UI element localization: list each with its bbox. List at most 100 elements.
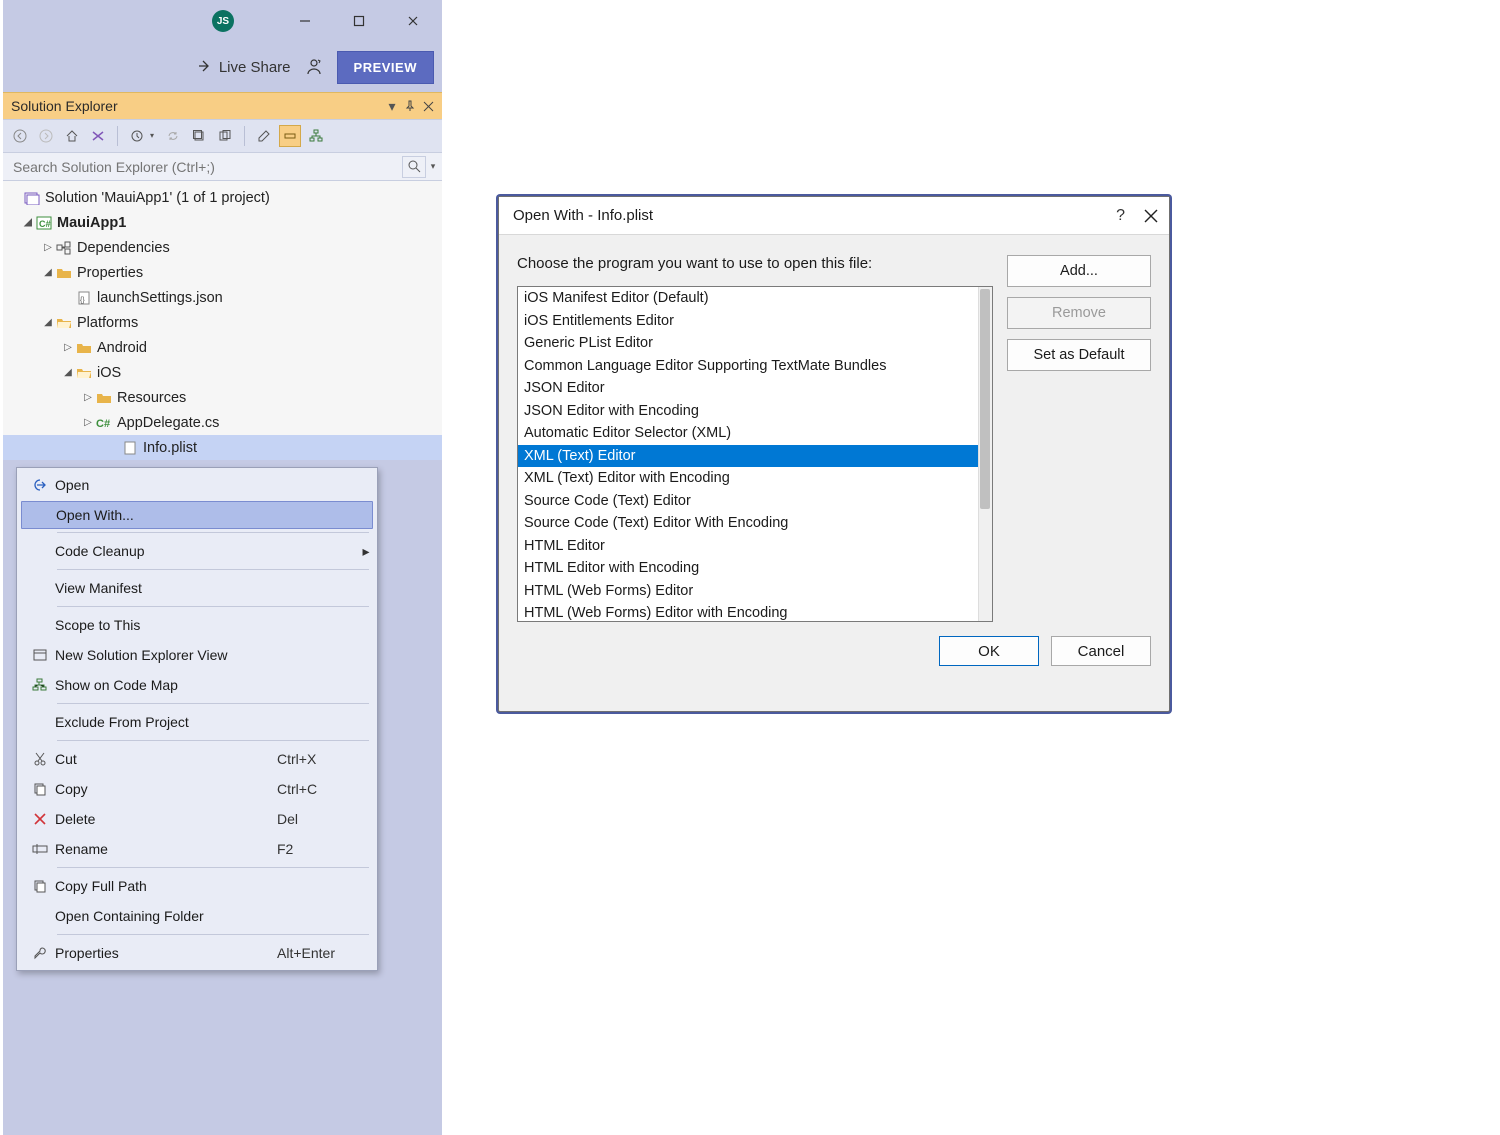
editor-list-item[interactable]: HTML (Web Forms) Editor with Encoding <box>518 602 978 621</box>
open-icon <box>25 478 55 492</box>
editor-list-item[interactable]: HTML Editor <box>518 535 978 558</box>
editor-list-item[interactable]: Common Language Editor Supporting TextMa… <box>518 355 978 378</box>
show-all-files-button[interactable] <box>214 125 236 147</box>
menu-copy-path[interactable]: Copy Full Path <box>19 871 375 901</box>
menu-separator <box>57 569 369 570</box>
tree-platforms-label: Platforms <box>77 315 138 331</box>
tree-ios-label: iOS <box>97 365 121 381</box>
pin-icon[interactable] <box>402 98 418 114</box>
close-panel-icon[interactable] <box>420 98 436 114</box>
tree-infoplist[interactable]: Info.plist <box>3 435 442 460</box>
pending-changes-filter-button[interactable] <box>126 125 148 147</box>
folder-icon <box>55 265 73 281</box>
properties-button[interactable] <box>253 125 275 147</box>
home-button[interactable] <box>61 125 83 147</box>
menu-open[interactable]: Open <box>19 470 375 500</box>
vs-window: JS Live Share PREVIEW Solution Explorer … <box>3 0 442 1135</box>
editor-list-item[interactable]: Automatic Editor Selector (XML) <box>518 422 978 445</box>
forward-button[interactable] <box>35 125 57 147</box>
tree-properties[interactable]: ◢ Properties <box>3 260 442 285</box>
file-icon <box>121 440 139 456</box>
preview-selected-button[interactable] <box>279 125 301 147</box>
sync-button[interactable] <box>162 125 184 147</box>
scrollbar[interactable] <box>978 287 992 621</box>
menu-separator <box>57 740 369 741</box>
tree-resources-label: Resources <box>117 390 186 406</box>
menu-rename[interactable]: Rename F2 <box>19 834 375 864</box>
tree-launchsettings-label: launchSettings.json <box>97 290 223 306</box>
menu-separator <box>57 934 369 935</box>
scrollbar-thumb[interactable] <box>980 289 990 509</box>
feedback-icon[interactable] <box>305 58 323 76</box>
editor-list-item[interactable]: iOS Manifest Editor (Default) <box>518 287 978 310</box>
menu-view-manifest[interactable]: View Manifest <box>19 573 375 603</box>
close-button[interactable] <box>390 6 436 36</box>
search-options-icon[interactable]: ▾ <box>426 161 440 172</box>
ok-button[interactable]: OK <box>939 636 1039 666</box>
tree-dependencies-label: Dependencies <box>77 240 170 256</box>
dialog-close-button[interactable] <box>1143 208 1159 224</box>
view-hierarchy-button[interactable] <box>305 125 327 147</box>
tree-launchsettings[interactable]: {} launchSettings.json <box>3 285 442 310</box>
window-options-dropdown-icon[interactable]: ▾ <box>384 98 400 114</box>
menu-copy[interactable]: Copy Ctrl+C <box>19 774 375 804</box>
solution-explorer-search: ▾ <box>3 153 442 181</box>
menu-code-cleanup[interactable]: Code Cleanup ▸ <box>19 536 375 566</box>
cancel-button[interactable]: Cancel <box>1051 636 1151 666</box>
editor-list[interactable]: iOS Manifest Editor (Default)iOS Entitle… <box>517 286 993 622</box>
tree-solution-label: Solution 'MauiApp1' (1 of 1 project) <box>45 190 270 206</box>
editor-list-item[interactable]: HTML (Web Forms) Editor <box>518 580 978 603</box>
tree-dependencies[interactable]: ▷ Dependencies <box>3 235 442 260</box>
dialog-prompt: Choose the program you want to use to op… <box>517 255 993 272</box>
add-button[interactable]: Add... <box>1007 255 1151 287</box>
help-button[interactable]: ? <box>1116 207 1125 225</box>
editor-list-item[interactable]: JSON Editor <box>518 377 978 400</box>
menu-properties[interactable]: Properties Alt+Enter <box>19 938 375 968</box>
dependencies-icon <box>55 240 73 256</box>
tree-project-label: MauiApp1 <box>57 215 126 231</box>
csharp-file-icon: C# <box>95 415 113 431</box>
tree-project[interactable]: ◢ C# MauiApp1 <box>3 210 442 235</box>
menu-delete[interactable]: Delete Del <box>19 804 375 834</box>
editor-list-item[interactable]: iOS Entitlements Editor <box>518 310 978 333</box>
editor-list-item[interactable]: JSON Editor with Encoding <box>518 400 978 423</box>
back-button[interactable] <box>9 125 31 147</box>
editor-list-item[interactable]: Generic PList Editor <box>518 332 978 355</box>
menu-cut[interactable]: Cut Ctrl+X <box>19 744 375 774</box>
live-share-button[interactable]: Live Share <box>197 59 291 76</box>
editor-list-item[interactable]: Source Code (Text) Editor With Encoding <box>518 512 978 535</box>
menu-new-se-view[interactable]: New Solution Explorer View <box>19 640 375 670</box>
minimize-button[interactable] <box>282 6 328 36</box>
switch-views-button[interactable] <box>87 125 109 147</box>
rename-icon <box>25 843 55 855</box>
tree-solution[interactable]: Solution 'MauiApp1' (1 of 1 project) <box>3 185 442 210</box>
tree-resources[interactable]: ▷ Resources <box>3 385 442 410</box>
search-input[interactable] <box>11 158 402 176</box>
maximize-button[interactable] <box>336 6 382 36</box>
tree-android[interactable]: ▷ Android <box>3 335 442 360</box>
preview-button[interactable]: PREVIEW <box>337 51 434 84</box>
context-menu: Open Open With... Code Cleanup ▸ View Ma… <box>16 467 378 971</box>
editor-list-item[interactable]: XML (Text) Editor <box>518 445 978 468</box>
delete-icon <box>25 812 55 826</box>
menu-code-map[interactable]: Show on Code Map <box>19 670 375 700</box>
user-badge[interactable]: JS <box>212 10 234 32</box>
submenu-arrow-icon: ▸ <box>357 543 375 560</box>
editor-list-item[interactable]: HTML Editor with Encoding <box>518 557 978 580</box>
tree-platforms[interactable]: ◢ Platforms <box>3 310 442 335</box>
menu-scope[interactable]: Scope to This <box>19 610 375 640</box>
dialog-titlebar: Open With - Info.plist ? <box>499 197 1169 235</box>
tree-appdelegate[interactable]: ▷ C# AppDelegate.cs <box>3 410 442 435</box>
menu-open-with[interactable]: Open With... <box>21 501 373 529</box>
tree-android-label: Android <box>97 340 147 356</box>
search-icon[interactable] <box>402 156 426 178</box>
editor-list-item[interactable]: Source Code (Text) Editor <box>518 490 978 513</box>
tree-ios[interactable]: ◢ iOS <box>3 360 442 385</box>
set-default-button[interactable]: Set as Default <box>1007 339 1151 371</box>
menu-exclude[interactable]: Exclude From Project <box>19 707 375 737</box>
wrench-icon <box>25 946 55 960</box>
editor-list-item[interactable]: XML (Text) Editor with Encoding <box>518 467 978 490</box>
menu-open-folder[interactable]: Open Containing Folder <box>19 901 375 931</box>
live-share-label: Live Share <box>219 59 291 76</box>
collapse-all-button[interactable] <box>188 125 210 147</box>
